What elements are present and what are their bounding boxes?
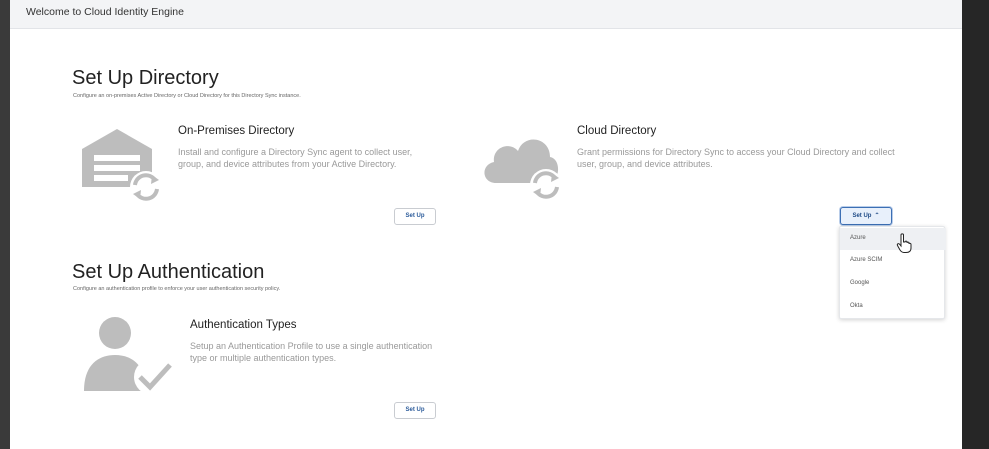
authentication-section-subtitle: Configure an authentication profile to e…	[73, 286, 281, 292]
directory-section-subtitle: Configure an on-premises Active Director…	[73, 93, 301, 99]
cloud-directory-description: Grant permissions for Directory Sync to …	[577, 147, 895, 169]
on-prem-setup-button[interactable]: Set Up	[394, 208, 436, 225]
authentication-section-title: Set Up Authentication	[72, 261, 265, 283]
authentication-types-title: Authentication Types	[190, 319, 297, 331]
dropdown-item-okta[interactable]: Okta	[840, 296, 946, 318]
dropdown-item-google[interactable]: Google	[840, 273, 946, 295]
dropdown-item-azure-scim[interactable]: Azure SCIM	[840, 250, 946, 272]
cloud-directory-dropdown: Azure Azure SCIM Google Okta	[839, 226, 946, 319]
user-check-icon	[80, 315, 176, 400]
on-prem-directory-title: On-Premises Directory	[178, 125, 295, 137]
top-bar: Welcome to Cloud Identity Engine	[10, 0, 962, 29]
window-left-edge	[0, 0, 10, 449]
cloud-directory-title: Cloud Directory	[577, 125, 657, 137]
chevron-up-icon: ⌃	[874, 213, 880, 219]
directory-section-title: Set Up Directory	[72, 67, 219, 89]
garage-sync-icon	[80, 125, 164, 208]
dropdown-item-azure[interactable]: Azure	[840, 228, 946, 250]
on-prem-directory-description: Install and configure a Directory Sync a…	[178, 147, 413, 169]
cloud-setup-button[interactable]: Set Up ⌃	[840, 207, 892, 225]
authentication-setup-button[interactable]: Set Up	[394, 402, 436, 419]
page-header-title: Welcome to Cloud Identity Engine	[26, 6, 184, 18]
cloud-setup-button-label: Set Up	[852, 213, 872, 219]
window-right-edge	[962, 0, 989, 449]
authentication-types-description: Setup an Authentication Profile to use a…	[190, 341, 433, 363]
cloud-sync-icon	[478, 125, 562, 208]
main-page: Welcome to Cloud Identity Engine Set Up …	[10, 0, 962, 449]
hand-cursor-icon	[896, 233, 912, 253]
